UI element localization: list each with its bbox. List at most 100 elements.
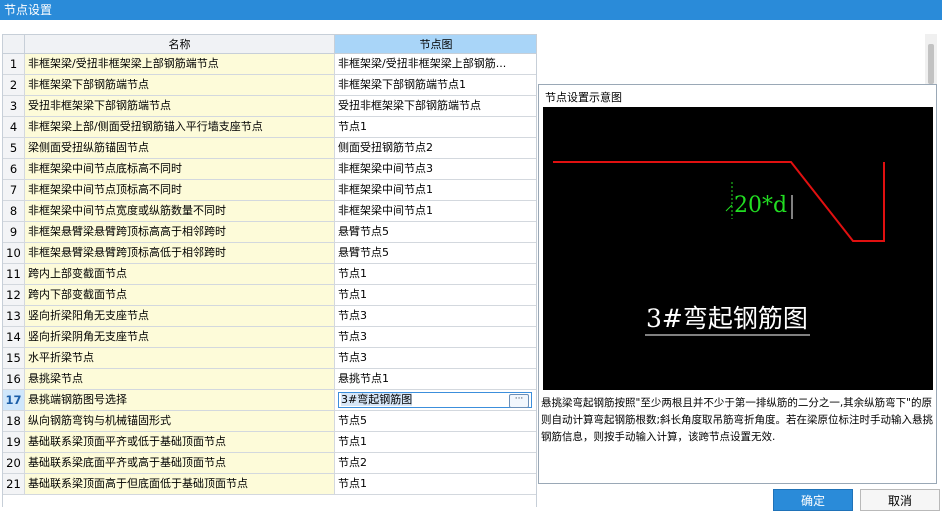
- table-row[interactable]: 19 基础联系梁顶面平齐或低于基础顶面节点 节点1: [3, 432, 536, 453]
- table-row[interactable]: 13 竖向折梁阳角无支座节点 节点3: [3, 306, 536, 327]
- node-description: 悬挑梁弯起钢筋按照"至少两根且并不少于第一排纵筋的二分之一,其余纵筋弯下"的原则…: [541, 397, 934, 443]
- node-name-cell: 非框架梁/受扭非框架梁上部钢筋端节点: [25, 54, 335, 75]
- panel-title: 节点设置示意图: [545, 91, 622, 104]
- node-diagram-cell[interactable]: 节点1: [335, 432, 536, 453]
- row-number[interactable]: 16: [3, 369, 25, 390]
- header-node-diagram[interactable]: 节点图: [335, 35, 536, 54]
- row-number[interactable]: 9: [3, 222, 25, 243]
- table-row[interactable]: 6 非框架梁中间节点底标高不同时 非框架梁中间节点3: [3, 159, 536, 180]
- selected-node-text: 3#弯起钢筋图: [341, 393, 413, 406]
- diagram-caption: 3#弯起钢筋图: [646, 304, 808, 333]
- table-row[interactable]: 8 非框架梁中间节点宽度或纵筋数量不同时 非框架梁中间节点1: [3, 201, 536, 222]
- row-number[interactable]: 19: [3, 432, 25, 453]
- node-name-cell: 基础联系梁顶面高于但底面低于基础顶面节点: [25, 474, 335, 495]
- node-diagram-cell[interactable]: 悬臂节点5: [335, 222, 536, 243]
- row-number[interactable]: 14: [3, 327, 25, 348]
- table-row[interactable]: 18 纵向钢筋弯钩与机械锚固形式 节点5: [3, 411, 536, 432]
- node-diagram-cell[interactable]: 非框架梁/受扭非框架梁上部钢筋...: [335, 54, 536, 75]
- node-name-cell: 悬挑梁节点: [25, 369, 335, 390]
- row-number[interactable]: 3: [3, 96, 25, 117]
- node-diagram-cell[interactable]: 节点3: [335, 348, 536, 369]
- diagram-panel: 节点设置示意图 20*d 3#弯起钢筋图 悬挑梁弯起钢筋按照"至少两根且并不少于…: [538, 84, 937, 484]
- row-number[interactable]: 18: [3, 411, 25, 432]
- node-diagram-cell[interactable]: 非框架梁下部钢筋端节点1: [335, 75, 536, 96]
- node-diagram-cell[interactable]: 节点5: [335, 411, 536, 432]
- node-name-cell: 非框架梁下部钢筋端节点: [25, 75, 335, 96]
- window-title: 节点设置: [0, 0, 942, 20]
- grid-rows: 1 非框架梁/受扭非框架梁上部钢筋端节点 非框架梁/受扭非框架梁上部钢筋... 2 非框…: [3, 54, 536, 495]
- table-row[interactable]: 14 竖向折梁阴角无支座节点 节点3: [3, 327, 536, 348]
- row-number[interactable]: 21: [3, 474, 25, 495]
- table-row[interactable]: 15 水平折梁节点 节点3: [3, 348, 536, 369]
- node-name-cell: 非框架悬臂梁悬臂跨顶标高低于相邻跨时: [25, 243, 335, 264]
- node-diagram-cell[interactable]: 悬臂节点5: [335, 243, 536, 264]
- node-diagram-cell[interactable]: 非框架梁中间节点1: [335, 180, 536, 201]
- scrollbar-thumb[interactable]: [928, 44, 934, 84]
- table-row[interactable]: 17 悬挑端钢筋图号选择 3#弯起钢筋图 ···: [3, 390, 536, 411]
- table-row[interactable]: 16 悬挑梁节点 悬挑节点1: [3, 369, 536, 390]
- node-name-cell: 竖向折梁阳角无支座节点: [25, 306, 335, 327]
- table-row[interactable]: 5 梁侧面受扭纵筋锚固节点 侧面受扭钢筋节点2: [3, 138, 536, 159]
- row-number[interactable]: 6: [3, 159, 25, 180]
- node-diagram-cell[interactable]: 节点2: [335, 453, 536, 474]
- table-row[interactable]: 2 非框架梁下部钢筋端节点 非框架梁下部钢筋端节点1: [3, 75, 536, 96]
- node-diagram-cell[interactable]: 节点3: [335, 306, 536, 327]
- node-diagram-cell[interactable]: 节点3: [335, 327, 536, 348]
- row-number[interactable]: 8: [3, 201, 25, 222]
- node-diagram-cell[interactable]: 3#弯起钢筋图 ···: [335, 390, 536, 411]
- row-number[interactable]: 7: [3, 180, 25, 201]
- node-diagram-cell[interactable]: 节点1: [335, 117, 536, 138]
- node-diagram-cell[interactable]: 节点1: [335, 264, 536, 285]
- table-row[interactable]: 20 基础联系梁底面平齐或高于基础顶面节点 节点2: [3, 453, 536, 474]
- header-name[interactable]: 名称: [25, 35, 335, 54]
- node-name-cell: 纵向钢筋弯钩与机械锚固形式: [25, 411, 335, 432]
- row-number[interactable]: 13: [3, 306, 25, 327]
- node-diagram-cell[interactable]: 非框架梁中间节点1: [335, 201, 536, 222]
- table-row[interactable]: 11 跨内上部变截面节点 节点1: [3, 264, 536, 285]
- row-number[interactable]: 10: [3, 243, 25, 264]
- node-name-cell: 基础联系梁顶面平齐或低于基础顶面节点: [25, 432, 335, 453]
- node-name-cell: 水平折梁节点: [25, 348, 335, 369]
- node-diagram-editor[interactable]: 3#弯起钢筋图 ···: [338, 392, 532, 408]
- node-name-cell: 受扭非框架梁下部钢筋端节点: [25, 96, 335, 117]
- row-number[interactable]: 2: [3, 75, 25, 96]
- header-row-number: [3, 35, 25, 54]
- table-row[interactable]: 7 非框架梁中间节点顶标高不同时 非框架梁中间节点1: [3, 180, 536, 201]
- row-number[interactable]: 11: [3, 264, 25, 285]
- row-number[interactable]: 4: [3, 117, 25, 138]
- node-diagram-cell[interactable]: 受扭非框架梁下部钢筋端节点: [335, 96, 536, 117]
- node-name-cell: 悬挑端钢筋图号选择: [25, 390, 335, 411]
- node-diagram-cell[interactable]: 侧面受扭钢筋节点2: [335, 138, 536, 159]
- rebar-line: [553, 161, 885, 242]
- row-number[interactable]: 15: [3, 348, 25, 369]
- node-diagram-preview: 20*d 3#弯起钢筋图: [543, 107, 933, 390]
- node-name-cell: 非框架梁中间节点宽度或纵筋数量不同时: [25, 201, 335, 222]
- row-number[interactable]: 12: [3, 285, 25, 306]
- row-number[interactable]: 5: [3, 138, 25, 159]
- table-row[interactable]: 3 受扭非框架梁下部钢筋端节点 受扭非框架梁下部钢筋端节点: [3, 96, 536, 117]
- node-settings-grid: 名称 节点图 1 非框架梁/受扭非框架梁上部钢筋端节点 非框架梁/受扭非框架梁上部钢…: [2, 34, 537, 507]
- bent-rebar-diagram: 20*d 3#弯起钢筋图: [553, 161, 885, 336]
- browse-ellipsis-button[interactable]: ···: [509, 394, 529, 408]
- table-row[interactable]: 21 基础联系梁顶面高于但底面低于基础顶面节点 节点1: [3, 474, 536, 495]
- node-diagram-cell[interactable]: 节点1: [335, 474, 536, 495]
- table-row[interactable]: 10 非框架悬臂梁悬臂跨顶标高低于相邻跨时 悬臂节点5: [3, 243, 536, 264]
- node-name-cell: 跨内下部变截面节点: [25, 285, 335, 306]
- row-number[interactable]: 1: [3, 54, 25, 75]
- node-diagram-cell[interactable]: 节点1: [335, 285, 536, 306]
- node-diagram-cell[interactable]: 悬挑节点1: [335, 369, 536, 390]
- table-row[interactable]: 12 跨内下部变截面节点 节点1: [3, 285, 536, 306]
- vertical-scrollbar[interactable]: [925, 34, 937, 84]
- cancel-button[interactable]: 取消: [860, 489, 940, 511]
- dimension-label: 20*d: [734, 193, 787, 218]
- table-row[interactable]: 1 非框架梁/受扭非框架梁上部钢筋端节点 非框架梁/受扭非框架梁上部钢筋...: [3, 54, 536, 75]
- table-row[interactable]: 9 非框架悬臂梁悬臂跨顶标高高于相邻跨时 悬臂节点5: [3, 222, 536, 243]
- node-name-cell: 竖向折梁阴角无支座节点: [25, 327, 335, 348]
- node-diagram-cell[interactable]: 非框架梁中间节点3: [335, 159, 536, 180]
- table-row[interactable]: 4 非框架梁上部/侧面受扭钢筋锚入平行墙支座节点 节点1: [3, 117, 536, 138]
- row-number[interactable]: 20: [3, 453, 25, 474]
- dimension-tick: [725, 204, 733, 212]
- ok-button[interactable]: 确定: [773, 489, 853, 511]
- row-number[interactable]: 17: [3, 390, 25, 411]
- node-name-cell: 非框架悬臂梁悬臂跨顶标高高于相邻跨时: [25, 222, 335, 243]
